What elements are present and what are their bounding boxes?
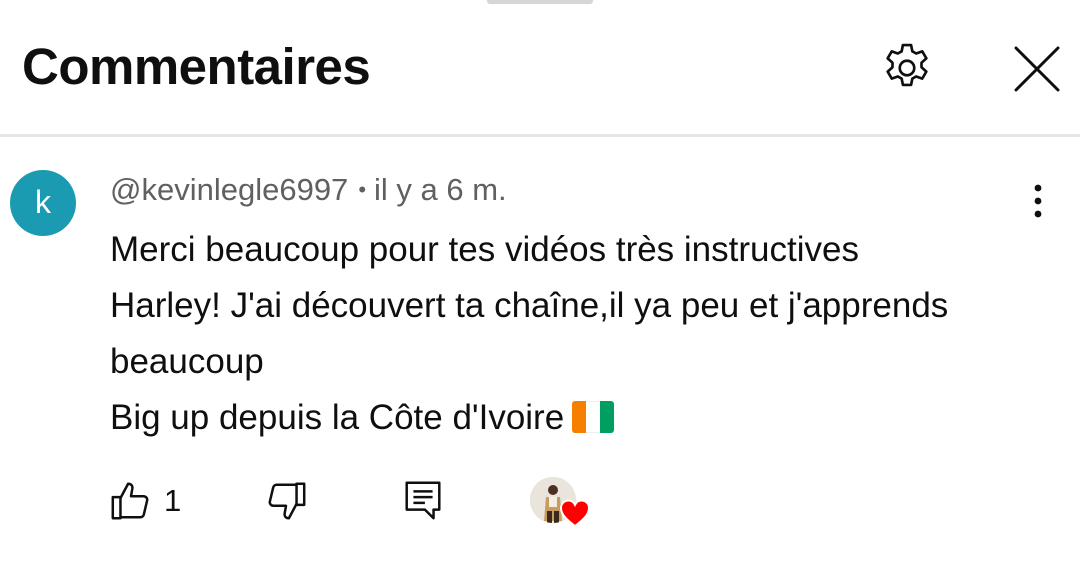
meta-separator: • [358,177,367,202]
comments-header: Commentaires [0,0,1080,134]
comment-author[interactable]: @kevinlegle6997 [110,172,348,207]
comment-line: Harley! J'ai découvert ta chaîne,il ya p… [110,286,949,325]
comment-time[interactable]: il y a 6 m. [374,172,507,207]
avatar-letter: k [35,184,51,220]
page-title: Commentaires [22,38,371,95]
like-count: 1 [164,483,182,518]
header-divider [0,134,1080,137]
more-vertical-icon[interactable] [1018,180,1058,224]
comment-line-last: Big up depuis la Côte d'Ivoire [110,390,1040,446]
close-icon[interactable] [1010,42,1064,96]
creator-heart [530,475,591,531]
thumbs-down-icon[interactable] [263,478,309,524]
comment-text: Merci beaucoup pour tes vidéos très inst… [110,222,1040,446]
heart-icon [559,499,591,529]
comment-line: beaucoup [110,342,264,381]
avatar[interactable]: k [10,170,76,236]
thumbs-up-icon[interactable] [108,478,154,524]
comment-line: Merci beaucoup pour tes vidéos très inst… [110,230,859,269]
cote-divoire-flag-icon [572,401,615,433]
reply-comment-icon[interactable] [400,476,446,524]
comment-line: Big up depuis la Côte d'Ivoire [110,398,565,437]
comment-meta: @kevinlegle6997 • il y a 6 m. [110,168,507,212]
gear-icon[interactable] [878,39,936,97]
